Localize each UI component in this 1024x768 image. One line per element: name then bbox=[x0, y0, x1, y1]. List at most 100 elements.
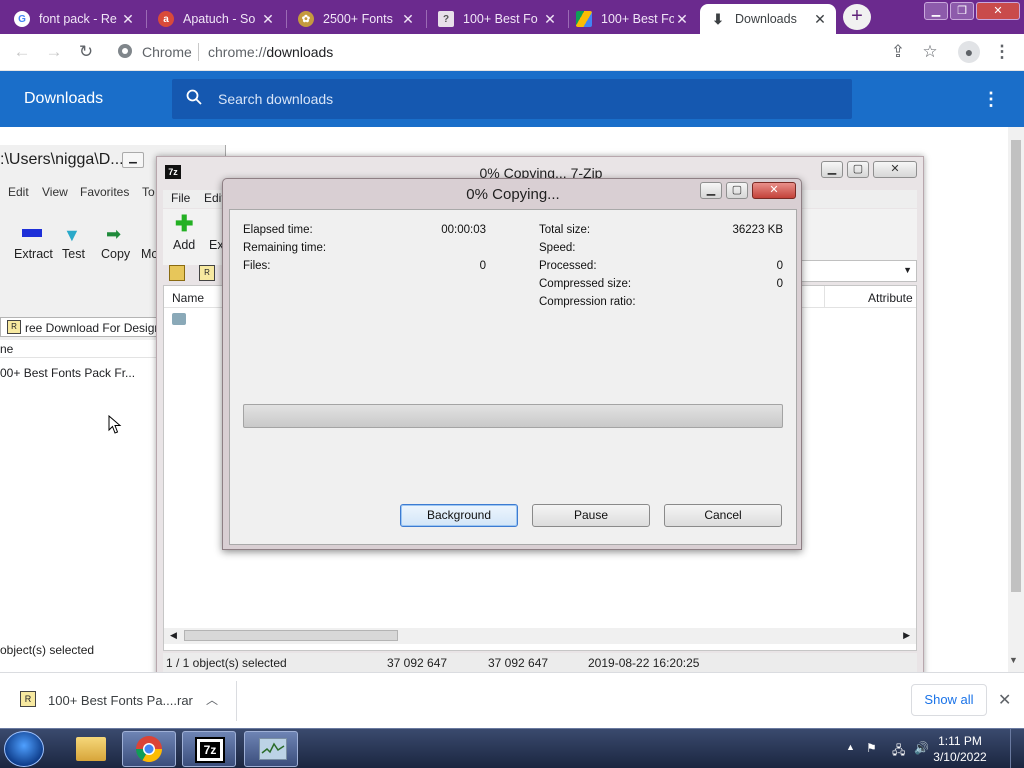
address-text: ree Download For Design bbox=[25, 321, 162, 335]
show-all-button[interactable]: Show all bbox=[911, 684, 987, 716]
minimize-button[interactable]: ▁ bbox=[924, 2, 948, 20]
scroll-left-icon[interactable]: ◀ bbox=[170, 630, 177, 641]
chrome-menu-icon[interactable]: ⋮ bbox=[992, 42, 1012, 62]
close-tab-icon[interactable]: ✕ bbox=[120, 11, 136, 28]
tab-title: 100+ Best Fo bbox=[463, 12, 538, 26]
close-window-button[interactable]: ✕ bbox=[873, 161, 917, 178]
close-tab-icon[interactable]: ✕ bbox=[674, 11, 690, 28]
address-field[interactable]: R ree Download For Design bbox=[0, 317, 162, 337]
download-icon: ⬇ bbox=[712, 10, 724, 27]
site-icon: ✿ bbox=[298, 11, 314, 27]
minimize-button[interactable]: ▁ bbox=[700, 182, 722, 199]
tab-title: font pack - Re bbox=[39, 12, 117, 26]
background-button[interactable]: Background bbox=[400, 504, 518, 527]
column-divider bbox=[824, 286, 825, 308]
tab-font-pack[interactable]: G font pack - Re ✕ bbox=[4, 4, 144, 34]
horizontal-scrollbar[interactable]: ◀ ▶ bbox=[164, 628, 916, 644]
show-hidden-icons[interactable]: ▲ bbox=[846, 742, 855, 752]
speed-label: Speed: bbox=[539, 242, 576, 254]
add-button[interactable]: Add bbox=[173, 238, 195, 252]
new-tab-button[interactable]: + bbox=[843, 4, 871, 30]
status-modified: 2019-08-22 16:20:25 bbox=[588, 656, 700, 670]
omnibox-site-label: Chrome bbox=[142, 44, 192, 60]
extract-button[interactable]: Extract bbox=[14, 247, 53, 261]
maximize-button[interactable]: ▢ bbox=[726, 182, 748, 199]
elapsed-time-value: 00:00:03 bbox=[441, 224, 486, 236]
scroll-right-icon[interactable]: ▶ bbox=[903, 630, 910, 641]
sevenzip-logo-icon: 7z bbox=[195, 737, 225, 763]
restore-button[interactable]: ❐ bbox=[950, 2, 974, 20]
google-drive-icon bbox=[576, 11, 592, 27]
cancel-button[interactable]: Cancel bbox=[664, 504, 782, 527]
search-placeholder: Search downloads bbox=[218, 91, 334, 107]
taskbar-7zip[interactable]: 7z bbox=[182, 731, 236, 767]
minimize-button[interactable]: ▁ bbox=[821, 161, 843, 178]
column-header[interactable]: ne bbox=[0, 340, 160, 358]
toolbar: ▼ ➡ Extract Test Copy Mo bbox=[0, 145, 160, 275]
dialog-body: Elapsed time: Remaining time: Files: 00:… bbox=[229, 209, 797, 545]
processed-value: 0 bbox=[776, 260, 783, 272]
close-dialog-button[interactable]: ✕ bbox=[752, 182, 796, 199]
bookmark-star-icon[interactable]: ☆ bbox=[920, 42, 940, 62]
copy-button[interactable]: Copy bbox=[101, 247, 130, 261]
column-attribute[interactable]: Attribute bbox=[868, 291, 913, 305]
close-shelf-icon[interactable]: ✕ bbox=[998, 690, 1011, 710]
close-tab-icon[interactable]: ✕ bbox=[542, 11, 558, 28]
download-shelf: R 100+ Best Fonts Pa....rar ︿ Show all ✕ bbox=[0, 672, 1024, 728]
rar-icon: R bbox=[7, 320, 21, 334]
url-scheme: chrome:// bbox=[208, 44, 267, 60]
tab-best-fonts-1[interactable]: ? 100+ Best Fo ✕ bbox=[428, 4, 566, 34]
scrollbar-thumb[interactable] bbox=[184, 630, 398, 641]
total-size-value: 36223 KB bbox=[732, 224, 783, 236]
pause-button[interactable]: Pause bbox=[532, 504, 650, 527]
list-item[interactable]: 00+ Best Fonts Pack Fr... bbox=[0, 366, 135, 380]
page-title: Downloads bbox=[24, 90, 104, 107]
scroll-down-icon[interactable]: ▼ bbox=[1009, 655, 1018, 665]
start-button[interactable] bbox=[4, 731, 44, 767]
taskbar-chrome[interactable] bbox=[122, 731, 176, 767]
folder-up-icon[interactable] bbox=[169, 265, 185, 281]
action-center-flag-icon[interactable]: ⚑ bbox=[866, 741, 877, 755]
shelf-divider bbox=[236, 681, 237, 721]
tab-downloads[interactable]: ⬇ Downloads ✕ bbox=[700, 4, 836, 34]
tab-apatuch[interactable]: a Apatuch - So ✕ bbox=[148, 4, 284, 34]
clock-date: 3/10/2022 bbox=[933, 750, 987, 764]
show-desktop-button[interactable] bbox=[1010, 729, 1024, 768]
downloads-header: Downloads Search downloads ⋮ bbox=[0, 71, 1024, 127]
share-icon[interactable]: ⇪ bbox=[888, 42, 908, 62]
maximize-button[interactable]: ▢ bbox=[847, 161, 869, 178]
network-icon[interactable]: 🖧 bbox=[892, 741, 905, 762]
omnibox-url[interactable]: chrome://downloads bbox=[208, 44, 333, 60]
folder-icon[interactable] bbox=[172, 313, 186, 325]
taskbar-clock[interactable]: 1:11 PM 3/10/2022 bbox=[920, 733, 1000, 765]
tab-best-fonts-drive[interactable]: 100+ Best Fo ✕ bbox=[566, 4, 698, 34]
search-downloads-input[interactable]: Search downloads bbox=[172, 79, 852, 119]
close-tab-icon[interactable]: ✕ bbox=[260, 11, 276, 28]
close-tab-icon[interactable]: ✕ bbox=[400, 11, 416, 28]
test-button[interactable]: Test bbox=[62, 247, 85, 261]
path-combo[interactable]: ▼ bbox=[797, 260, 917, 282]
tab-title: Downloads bbox=[735, 12, 797, 26]
omnibox-divider bbox=[198, 43, 199, 61]
progress-bar bbox=[243, 404, 783, 428]
column-name[interactable]: Name bbox=[172, 291, 204, 305]
rar-file-icon: R bbox=[20, 691, 36, 707]
close-tab-icon[interactable]: ✕ bbox=[812, 11, 828, 28]
close-window-button[interactable]: ✕ bbox=[976, 2, 1020, 20]
profile-avatar-icon[interactable]: ● bbox=[958, 41, 980, 63]
back-icon[interactable]: ← bbox=[12, 42, 32, 62]
status-bar: 1 / 1 object(s) selected 37 092 647 37 0… bbox=[163, 653, 917, 673]
chevron-up-icon[interactable]: ︿ bbox=[206, 691, 218, 708]
extract-icon bbox=[22, 229, 42, 237]
downloads-menu-icon[interactable]: ⋮ bbox=[982, 87, 1000, 111]
forward-icon[interactable]: → bbox=[44, 42, 64, 62]
reload-icon[interactable]: ↻ bbox=[76, 42, 96, 62]
menu-file[interactable]: File bbox=[171, 191, 190, 205]
downloaded-file-name[interactable]: 100+ Best Fonts Pa....rar bbox=[48, 693, 193, 708]
taskbar-task-manager[interactable] bbox=[244, 731, 298, 767]
column-name-label: ne bbox=[0, 342, 14, 356]
tab-2500-fonts[interactable]: ✿ 2500+ Fonts ✕ bbox=[288, 4, 424, 34]
taskbar-explorer[interactable] bbox=[64, 731, 118, 767]
mouse-cursor-icon bbox=[108, 414, 122, 435]
downloads-scrollbar-thumb[interactable] bbox=[1011, 140, 1021, 592]
